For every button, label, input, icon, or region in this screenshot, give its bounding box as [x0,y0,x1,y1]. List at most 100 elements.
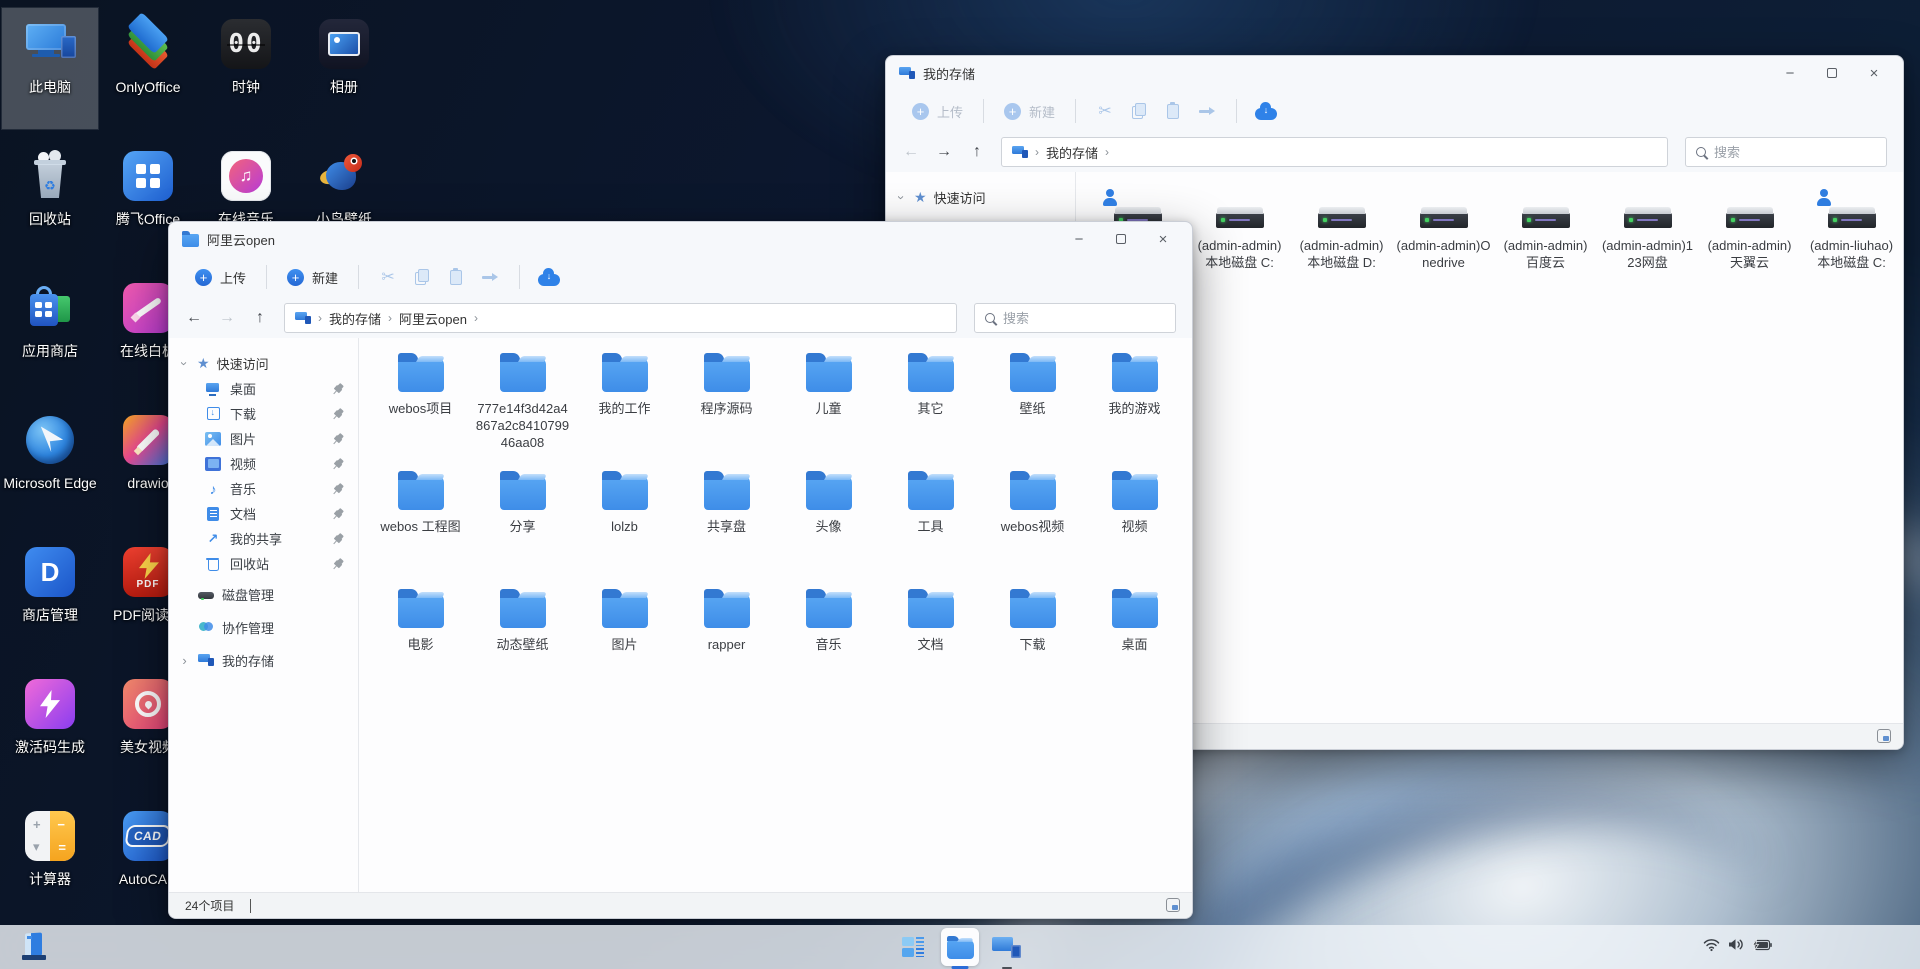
pin-icon[interactable] [330,532,345,547]
volume-icon[interactable] [1728,938,1744,956]
folder-item[interactable]: 777e14f3d42a4867a2c841079946aa08 [475,352,570,470]
sidebar-item-downloads[interactable]: 下载 [169,401,358,426]
move-button[interactable] [1190,96,1224,126]
minimize-button[interactable]: − [1769,58,1811,88]
drive-item[interactable]: (admin-admin)123网盘 [1600,188,1695,308]
folder-item[interactable]: 下载 [985,588,1080,706]
up-button[interactable]: ↑ [251,309,269,327]
pin-icon[interactable] [330,557,345,572]
forward-button[interactable]: → [935,143,953,161]
copy-button[interactable] [405,262,439,292]
pin-icon[interactable] [330,432,345,447]
sidebar-item-collab-manage[interactable]: › 协作管理 [169,612,358,642]
desktop-icon-recycle-bin[interactable]: ♻ 回收站 [2,140,98,261]
folder-item[interactable]: webos 工程图 [373,470,468,588]
chevron-down-icon[interactable]: › [177,358,192,369]
folder-item[interactable]: 我的游戏 [1087,352,1182,470]
folder-item[interactable]: webos项目 [373,352,468,470]
up-button[interactable]: ↑ [968,143,986,161]
folder-item[interactable]: 分享 [475,470,570,588]
breadcrumb-current[interactable]: 阿里云open [399,309,467,328]
folder-item[interactable]: lolzb [577,470,672,588]
pin-icon[interactable] [330,457,345,472]
sidebar-item-recycle-bin[interactable]: 回收站 [169,551,358,576]
pin-icon[interactable] [330,482,345,497]
taskbar-this-pc-button[interactable] [988,928,1026,966]
folder-item[interactable]: 儿童 [781,352,876,470]
sidebar-item-pictures[interactable]: 图片 [169,426,358,451]
folder-item[interactable]: 动态壁纸 [475,588,570,706]
taskbar-file-explorer-button[interactable] [941,928,979,966]
battery-charging-icon[interactable] [1752,938,1772,956]
new-button[interactable]: + 新建 [279,263,346,292]
maximize-button[interactable] [1100,224,1142,254]
pin-icon[interactable] [330,382,345,397]
desktop-icon-onlyoffice[interactable]: OnlyOffice [100,8,196,129]
chevron-down-icon[interactable]: › [894,192,909,203]
back-button[interactable]: ← [902,143,920,161]
cloud-sync-button[interactable] [532,262,566,292]
maximize-button[interactable] [1811,58,1853,88]
folder-item[interactable]: 音乐 [781,588,876,706]
search-box[interactable] [974,303,1176,333]
drive-item[interactable]: (admin-admin)本地磁盘 D: [1294,188,1389,308]
move-button[interactable] [473,262,507,292]
sidebar-item-my-shares[interactable]: ↗ 我的共享 [169,526,358,551]
cut-button[interactable]: ✂ [371,262,405,292]
address-bar[interactable]: › 我的存储 › 阿里云open › [284,303,957,333]
drive-item[interactable]: (admin-admin)百度云 [1498,188,1593,308]
start-button[interactable] [20,932,52,962]
breadcrumb-root[interactable]: 我的存储 [1046,143,1098,162]
desktop-icon-album[interactable]: 相册 [296,8,392,129]
sidebar-item-videos[interactable]: 视频 [169,451,358,476]
view-toggle-icon[interactable] [1166,898,1180,912]
sidebar-item-my-storage[interactable]: › 我的存储 [169,645,358,675]
folder-item[interactable]: 工具 [883,470,978,588]
drive-item[interactable]: (admin-admin)Onedrive [1396,188,1491,308]
pin-icon[interactable] [330,407,345,422]
desktop-icon-microsoft-edge[interactable]: Microsoft Edge [2,404,98,525]
folder-item[interactable]: 程序源码 [679,352,774,470]
drive-item[interactable]: (admin-admin)本地磁盘 C: [1192,188,1287,308]
view-toggle-icon[interactable] [1877,729,1891,743]
desktop-icon-calculator[interactable]: +▾ −= 计算器 [2,800,98,921]
paste-button[interactable] [1156,96,1190,126]
address-bar[interactable]: › 我的存储 › [1001,137,1668,167]
folder-item[interactable]: 我的工作 [577,352,672,470]
copy-button[interactable] [1122,96,1156,126]
minimize-button[interactable]: − [1058,224,1100,254]
titlebar[interactable]: 我的存储 − × [886,56,1903,90]
paste-button[interactable] [439,262,473,292]
cloud-sync-button[interactable] [1249,96,1283,126]
taskbar-start-menu-button[interactable] [894,928,932,966]
search-input[interactable] [1003,311,1165,326]
pin-icon[interactable] [330,507,345,522]
new-button[interactable]: + 新建 [996,97,1063,126]
sidebar-quick-access[interactable]: › ★ 快速访问 [886,184,1075,210]
folder-item[interactable]: 文档 [883,588,978,706]
folder-item[interactable]: 电影 [373,588,468,706]
search-box[interactable] [1685,137,1887,167]
chevron-right-icon[interactable]: › [179,653,190,668]
folder-item[interactable]: 视频 [1087,470,1182,588]
drive-item[interactable]: (admin-liuhao)本地磁盘 C: [1804,188,1899,308]
cut-button[interactable]: ✂ [1088,96,1122,126]
titlebar[interactable]: 阿里云open − × [169,222,1192,256]
folder-item[interactable]: 共享盘 [679,470,774,588]
close-button[interactable]: × [1853,58,1895,88]
sidebar-item-desktop[interactable]: 桌面 [169,376,358,401]
desktop-icon-activation-code[interactable]: 激活码生成 [2,668,98,789]
sidebar-item-music[interactable]: ♪ 音乐 [169,476,358,501]
sidebar-quick-access[interactable]: › ★ 快速访问 [169,350,358,376]
folder-item[interactable]: 桌面 [1087,588,1182,706]
desktop-icon-store-manage[interactable]: D 商店管理 [2,536,98,657]
desktop-icon-app-store[interactable]: 应用商店 [2,272,98,393]
search-input[interactable] [1714,145,1876,160]
wifi-icon[interactable] [1703,938,1720,957]
folder-item[interactable]: 其它 [883,352,978,470]
folder-item[interactable]: webos视频 [985,470,1080,588]
sidebar-item-disk-manage[interactable]: › 磁盘管理 [169,579,358,609]
folder-item[interactable]: rapper [679,588,774,706]
folder-item[interactable]: 头像 [781,470,876,588]
back-button[interactable]: ← [185,309,203,327]
